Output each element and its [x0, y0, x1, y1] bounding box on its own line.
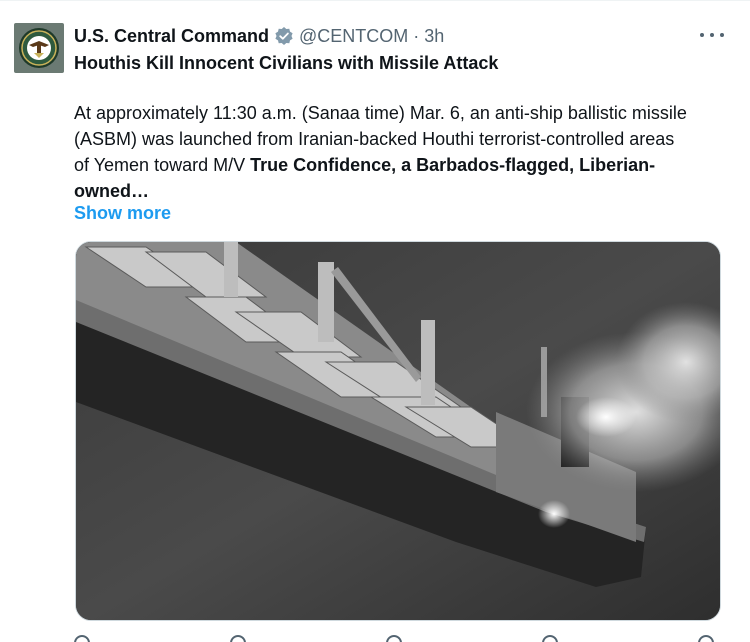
like-icon[interactable] [386, 635, 402, 642]
tweet-headline: Houthis Kill Innocent Civilians with Mis… [74, 53, 499, 73]
centcom-seal-icon [19, 28, 59, 68]
show-more-link[interactable]: Show more [74, 201, 171, 225]
tweet-body: At approximately 11:30 a.m. (Sanaa time)… [74, 100, 694, 204]
reply-icon[interactable] [74, 635, 90, 642]
repost-icon[interactable] [230, 635, 246, 642]
tweet-timestamp[interactable]: 3h [424, 26, 444, 47]
action-bar [74, 635, 714, 642]
share-icon[interactable] [698, 635, 714, 642]
tweet-card[interactable]: U.S. Central Command @CENTCOM · 3h Houth… [0, 0, 750, 642]
ship-photo-image [76, 242, 720, 620]
tweet-media[interactable] [75, 241, 721, 621]
avatar[interactable] [14, 23, 64, 73]
account-name[interactable]: U.S. Central Command [74, 26, 269, 47]
more-options-icon[interactable] [700, 27, 724, 43]
verified-badge-icon [274, 26, 294, 46]
views-icon[interactable] [542, 635, 558, 642]
separator-dot: · [413, 25, 420, 46]
account-handle[interactable]: @CENTCOM [299, 26, 408, 47]
